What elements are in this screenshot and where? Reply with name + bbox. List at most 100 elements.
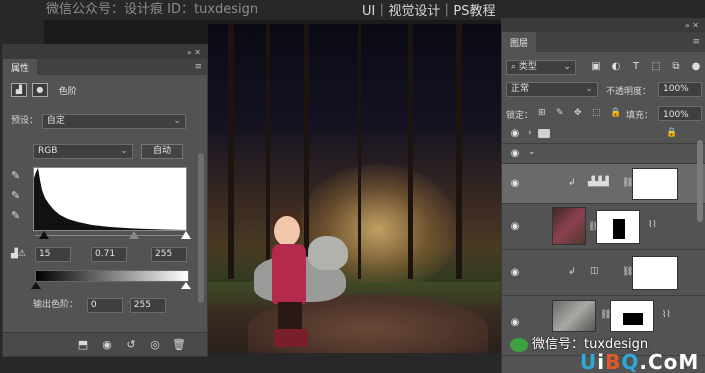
layers-scrollbar[interactable] [697, 140, 703, 222]
properties-footer: ⬒ ◉ ↺ ◎ 🗑 [3, 332, 207, 356]
white-point-handle[interactable] [181, 231, 191, 239]
mask-icon[interactable]: ● [31, 83, 48, 97]
auto-button[interactable]: 自动 [141, 144, 183, 159]
eye-icon[interactable]: ◉ [508, 318, 522, 328]
layer-mask-thumbnail[interactable] [632, 168, 678, 200]
blend-row: 正常 ⌄ 不透明度： 100% [506, 82, 702, 100]
filter-toggle-icon[interactable]: ● [690, 61, 702, 73]
site-logo-i: i [597, 350, 606, 373]
site-logo-u: U [580, 350, 598, 373]
properties-scrollbar[interactable] [198, 153, 204, 303]
eye-icon[interactable]: ◉ [508, 222, 522, 232]
output-black-handle[interactable] [31, 282, 41, 289]
layer-mask-thumbnail[interactable] [610, 300, 654, 332]
tab-layers[interactable]: 图层 [502, 32, 537, 52]
shape-filter-icon[interactable]: ⬚ [650, 61, 662, 73]
wechat-icon [510, 337, 528, 352]
tree-trunk [266, 24, 270, 279]
clip-to-layer-icon[interactable]: ⬒ [75, 338, 91, 352]
input-values-row: ▟⚠ 15 0.71 255 [11, 247, 201, 263]
gamma-handle[interactable] [129, 231, 139, 239]
input-gamma-field[interactable]: 0.71 [91, 247, 127, 262]
tab-properties[interactable]: 属性 [3, 59, 38, 75]
adjustment-title: 色阶 [58, 86, 77, 97]
folder-icon [538, 129, 550, 138]
lock-all-icon[interactable]: 🔒 [610, 108, 621, 118]
output-white-field[interactable]: 255 [129, 298, 166, 313]
panel-menu-icon[interactable]: ≡ [692, 37, 700, 47]
site-logo-b: B [605, 350, 622, 373]
input-white-field[interactable]: 255 [151, 247, 187, 262]
white-eyedropper-icon[interactable]: ✎ [11, 209, 25, 223]
artboard-icon[interactable]: ⬚ [592, 108, 601, 118]
levels-icon[interactable]: ▟ [11, 83, 27, 97]
pixel-filter-icon[interactable]: ▣ [590, 61, 602, 73]
mask-shape [613, 219, 625, 239]
lock-transparent-icon[interactable]: ⊞ [538, 108, 546, 118]
layer-filter-select[interactable]: ⌕ 类型 ⌄ [506, 60, 576, 75]
channel-row: RGB ⌄ [33, 144, 133, 159]
trash-icon[interactable]: 🗑 [171, 338, 187, 352]
clip-warning-icon[interactable]: ▟⚠ [11, 249, 26, 259]
type-filter-icon[interactable]: T [630, 61, 642, 73]
panel-topbar: » ✕ [502, 18, 705, 32]
layer-mask-thumbnail[interactable] [596, 210, 640, 244]
layer-row-levels[interactable]: ◉ ↲ ▟▟▟ ⛓ [502, 164, 705, 204]
blend-mode-value: 正常 [511, 84, 530, 94]
histogram [33, 167, 187, 231]
site-logo-suffix: .CoM [639, 350, 700, 373]
layer-row-girl[interactable]: ◉ ⛓ ⌇⌇ [502, 204, 705, 250]
panel-topbar: » ✕ [3, 45, 207, 59]
opacity-label: 不透明度： [606, 87, 652, 97]
collapse-close-icon[interactable]: » ✕ [685, 21, 699, 30]
fill-label: 填充： [626, 111, 654, 121]
layer-thumbnail[interactable] [552, 207, 586, 245]
black-eyedropper-icon[interactable]: ✎ [11, 169, 25, 183]
smart-object-filter-icon[interactable]: ⧉ [670, 61, 682, 73]
preset-select[interactable]: 自定 ⌄ [41, 114, 186, 129]
layer-row-group-open[interactable]: ◉ ⌄ [502, 144, 705, 164]
top-watermark: 微信公众号：设计痕 ID：tuxdesign [46, 2, 259, 17]
levels-adjustment-icon: ▟▟▟ [588, 177, 609, 187]
layer-row-adjustment[interactable]: ◉ ↲ ◫ ⛓ [502, 250, 705, 296]
input-black-field[interactable]: 15 [35, 247, 71, 262]
view-previous-icon[interactable]: ◉ [99, 338, 115, 352]
eye-icon[interactable]: ◉ [508, 179, 522, 189]
layer-mask-thumbnail[interactable] [632, 256, 678, 290]
preset-row: 预设： 自定 ⌄ [11, 113, 201, 129]
chevron-right-icon[interactable]: › [528, 128, 532, 138]
curves-adjustment-icon: ◫ [590, 266, 599, 276]
layer-row-group[interactable]: ◉ › 🔒 [502, 124, 705, 144]
lock-position-icon[interactable]: ✥ [574, 108, 582, 118]
chevron-down-icon: ⌄ [173, 116, 181, 126]
eye-icon[interactable]: ◉ [508, 268, 522, 278]
adjustment-header: ▟ ● 色阶 [11, 83, 77, 101]
output-gradient [35, 270, 189, 282]
lock-pixels-icon[interactable]: ✎ [556, 108, 564, 118]
fill-field[interactable]: 100% [658, 106, 702, 121]
eye-icon[interactable]: ◉ [508, 129, 522, 139]
reset-icon[interactable]: ↺ [123, 338, 139, 352]
layer-thumbnail[interactable] [552, 300, 596, 332]
panel-menu-icon[interactable]: ≡ [194, 62, 202, 72]
visibility-icon[interactable]: ◎ [147, 338, 163, 352]
collapse-close-icon[interactable]: » ✕ [187, 48, 201, 57]
preset-value: 自定 [46, 116, 65, 126]
gray-eyedropper-icon[interactable]: ✎ [11, 189, 25, 203]
chevron-down-icon: ⌄ [563, 62, 571, 72]
blend-mode-select[interactable]: 正常 ⌄ [506, 82, 598, 97]
black-point-handle[interactable] [39, 231, 49, 239]
filter-row: ⌕ 类型 ⌄ ▣ ◐ T ⬚ ⧉ ● [506, 60, 701, 78]
output-white-handle[interactable] [181, 282, 191, 289]
effects-icon: ⌇⌇ [662, 310, 671, 320]
output-levels-slider[interactable] [31, 282, 191, 290]
channel-select[interactable]: RGB ⌄ [33, 144, 133, 159]
opacity-field[interactable]: 100% [658, 82, 702, 97]
input-levels-slider[interactable] [35, 231, 191, 241]
output-black-field[interactable]: 0 [86, 298, 123, 313]
slider-track [35, 235, 189, 236]
adjustment-filter-icon[interactable]: ◐ [610, 61, 622, 73]
output-levels-row: 输出色阶： 0 255 [33, 297, 193, 313]
eye-icon[interactable]: ◉ [508, 149, 522, 159]
chevron-down-icon[interactable]: ⌄ [528, 147, 536, 157]
